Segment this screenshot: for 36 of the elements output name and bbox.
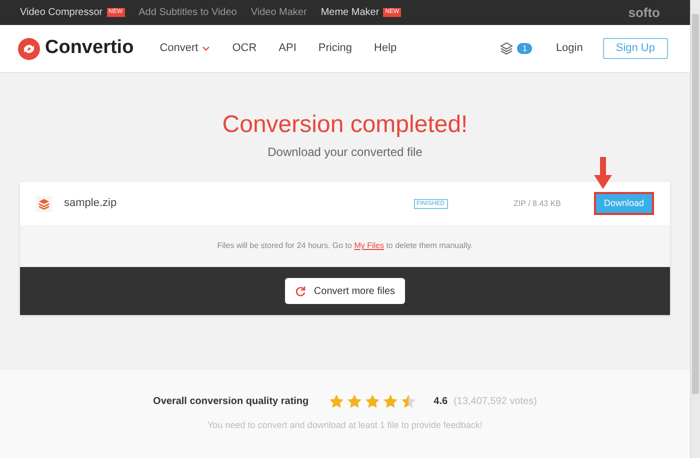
nav-link[interactable]: OCR — [232, 40, 257, 57]
nav-link[interactable]: API — [278, 40, 296, 57]
file-name: sample.zip — [64, 196, 117, 212]
file-stack-icon — [36, 196, 52, 212]
vote-count: (13,407,592 votes) — [454, 395, 537, 409]
rating-score: 4.6 — [434, 395, 448, 409]
scrollbar[interactable] — [690, 0, 700, 458]
login-link[interactable]: Login — [556, 40, 583, 57]
logo-icon — [18, 38, 40, 60]
promo-link[interactable]: Video Compressor — [20, 5, 103, 20]
layers-icon[interactable] — [500, 42, 514, 55]
softo-logo[interactable]: softo — [628, 2, 660, 22]
my-files-link[interactable]: My Files — [354, 241, 384, 250]
promo-link[interactable]: Add Subtitles to Video — [138, 5, 237, 20]
convert-more-files-button[interactable]: Convert more files — [284, 278, 406, 304]
star-icon — [346, 394, 362, 409]
page-heading: Conversion completed! — [222, 111, 468, 139]
feedback-note: You need to convert and download at least 1 file to provide feedback! — [208, 419, 482, 432]
star-icon — [400, 394, 416, 409]
star-icon — [382, 394, 398, 409]
nav-link[interactable]: Help — [374, 40, 397, 57]
promo-link[interactable]: Meme Maker — [320, 5, 380, 20]
chevron-down-icon — [202, 46, 210, 52]
star-icon — [364, 394, 380, 409]
promo-link[interactable]: Video Maker — [250, 5, 307, 20]
arrow-icon — [593, 157, 613, 189]
logo-text[interactable]: Convertio — [45, 34, 134, 63]
page-subheading: Download your converted file — [268, 144, 422, 161]
file-count-badge: 1 — [517, 43, 532, 54]
nav-link[interactable]: Convert — [160, 40, 210, 57]
refresh-icon — [294, 286, 306, 296]
rating-label: Overall conversion quality rating — [153, 395, 309, 409]
nav-link[interactable]: Pricing — [318, 40, 352, 57]
storage-note: Files will be stored for 24 hours. Go to My Files to delete them manually. — [217, 240, 473, 252]
file-info: ZIP / 8.43 KB — [514, 198, 561, 210]
star-icon — [328, 394, 344, 409]
